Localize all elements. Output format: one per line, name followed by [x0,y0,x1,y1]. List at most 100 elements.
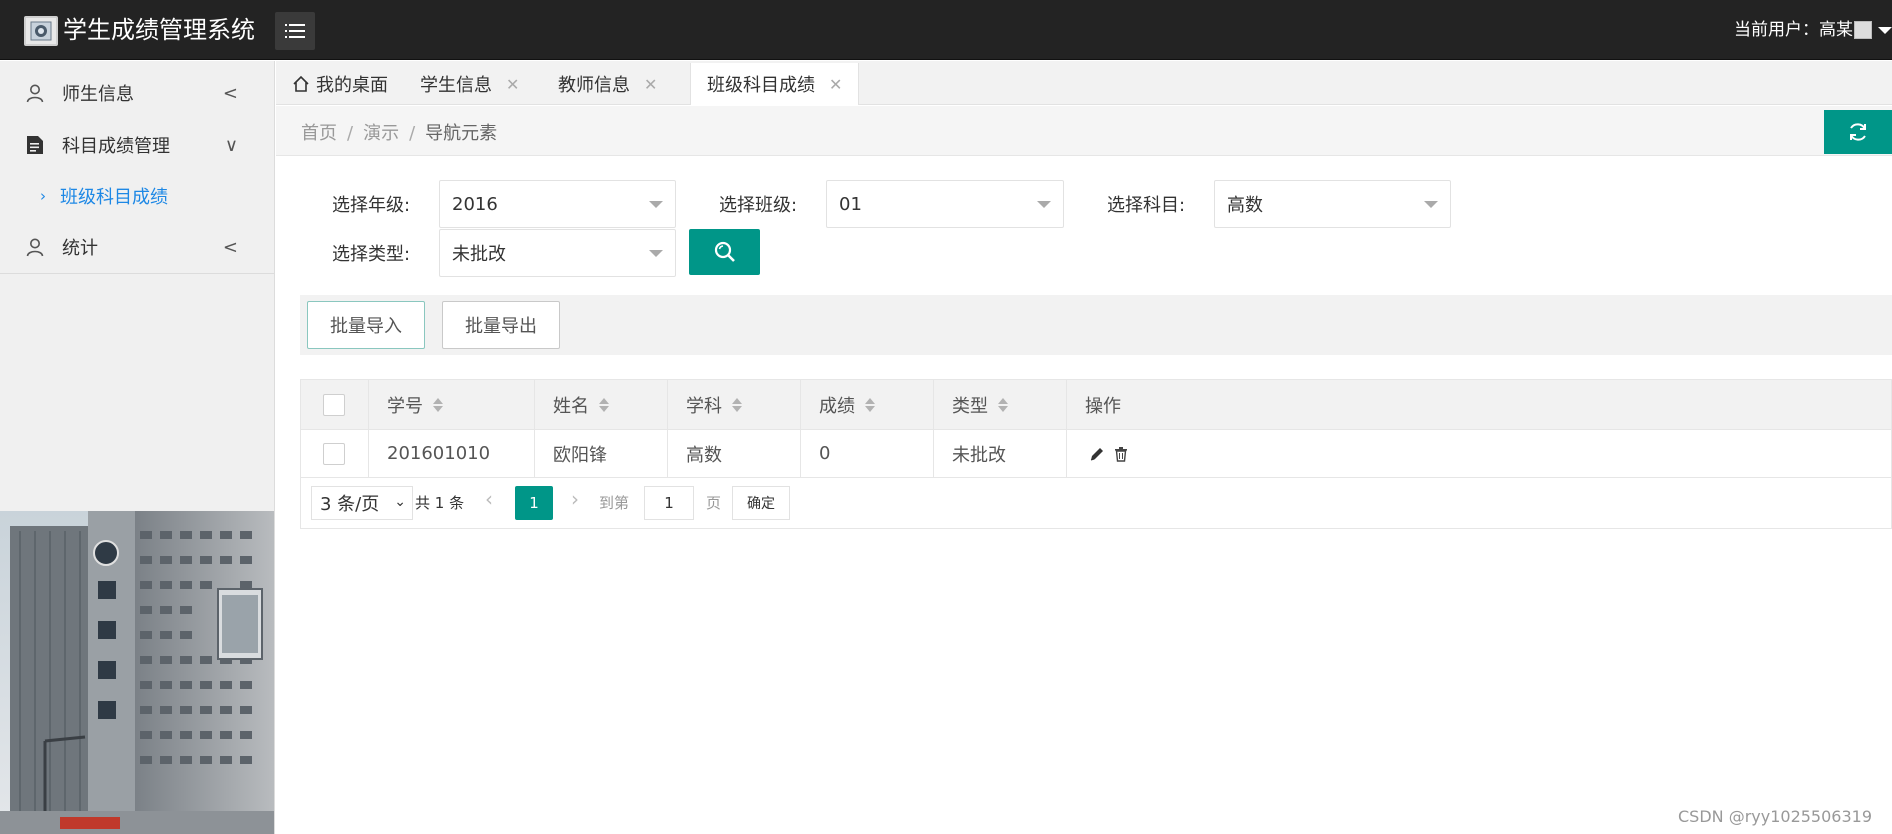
current-user-label: 当前用户：高某 [1734,20,1853,40]
close-icon[interactable]: ✕ [829,75,842,94]
sort-icon[interactable] [732,397,742,412]
batch-import-button[interactable]: 批量导入 [307,301,425,349]
sidebar-item-score-management[interactable]: 科目成绩管理 ∨ [0,119,274,171]
sidebar-item-label: 统计 [62,238,98,259]
caret-down-icon [1878,26,1892,34]
breadcrumb: 首页 / 演示 / 导航元素 [301,119,497,145]
sort-icon[interactable] [433,397,443,412]
tab-teacher-info[interactable]: 教师信息 ✕ [542,63,673,105]
table-toolbar: 批量导入 批量导出 [300,295,1892,355]
sort-icon[interactable] [998,397,1008,412]
breadcrumb-separator: / [347,123,354,144]
page-unit-label: 页 [706,494,722,512]
column-header-type[interactable]: 类型 [934,380,1067,429]
dropdown-arrow-icon [1424,201,1438,208]
search-button[interactable] [689,229,760,275]
chevron-right-icon: › [40,187,46,205]
sort-icon[interactable] [865,397,875,412]
sidebar-item-statistics[interactable]: 统计 < [0,221,274,273]
tab-student-info[interactable]: 学生信息 ✕ [404,63,535,105]
chevron-down-icon: ⌄ [394,494,406,510]
close-icon[interactable]: ✕ [644,75,657,94]
campus-building-photo [0,511,274,834]
grade-select-value: 2016 [452,193,498,215]
class-label: 选择班级: [719,195,798,216]
tab-label: 教师信息 [558,75,630,96]
row-checkbox-cell [301,430,369,477]
chevron-left-icon: < [222,237,238,258]
goto-page-input[interactable]: 1 [644,486,694,520]
cell-actions [1067,430,1891,477]
hamburger-menu-button[interactable] [275,12,315,50]
sidebar-subitem-class-subject-scores[interactable]: › 班级科目成绩 [0,171,274,221]
column-header-student-id[interactable]: 学号 [369,380,535,429]
row-checkbox[interactable] [323,442,345,465]
goto-confirm-button[interactable]: 确定 [732,486,790,520]
breadcrumb-demo[interactable]: 演示 [363,123,399,144]
edit-icon[interactable] [1089,446,1105,462]
sidebar-item-label: 师生信息 [62,84,134,105]
tab-bar: 我的桌面 学生信息 ✕ 教师信息 ✕ 班级科目成绩 ✕ [276,61,1892,105]
user-icon [24,82,46,104]
type-select-value: 未批改 [452,244,506,265]
sidebar-item-label: 科目成绩管理 [62,136,170,157]
sidebar-subitem-label: 班级科目成绩 [60,187,168,208]
chevron-down-icon: ∨ [224,135,238,156]
column-header-subject[interactable]: 学科 [668,380,801,429]
prev-page-button[interactable]: ‹ [485,487,493,511]
breadcrumb-bar: 首页 / 演示 / 导航元素 [276,106,1892,156]
divider [0,273,274,274]
sidebar: 师生信息 < 科目成绩管理 ∨ › 班级科目成绩 统计 < [0,61,275,834]
scores-table: 学号 姓名 学科 成绩 类型 操作 201601010 欧阳锋 高数 0 未批改… [300,379,1892,529]
select-all-checkbox[interactable] [323,393,345,416]
page-size-select[interactable]: 3 条/页 ⌄ [311,486,413,520]
dropdown-arrow-icon [649,250,663,257]
refresh-icon [1850,123,1866,141]
cell-subject: 高数 [668,430,801,477]
current-user-menu[interactable]: 当前用户：高某 [1734,19,1892,41]
class-select-value: 01 [839,193,862,215]
column-header-label: 成绩 [819,395,855,417]
column-header-label: 学科 [686,395,722,417]
tab-class-subject-scores[interactable]: 班级科目成绩 ✕ [690,63,860,105]
class-select[interactable]: 01 [826,180,1064,228]
dropdown-arrow-icon [649,201,663,208]
batch-export-button[interactable]: 批量导出 [442,301,560,349]
sidebar-item-teacher-student[interactable]: 师生信息 < [0,67,274,119]
next-page-button[interactable]: › [571,487,579,511]
pagination: 3 条/页 ⌄ 共 1 条 ‹ 1 › 到第 1 页 确定 [301,478,1891,528]
type-select[interactable]: 未批改 [439,229,676,277]
column-header-actions: 操作 [1067,380,1891,429]
column-header-label: 学号 [387,395,423,417]
sort-icon[interactable] [599,397,609,412]
column-header-score[interactable]: 成绩 [801,380,934,429]
document-icon [24,134,46,156]
breadcrumb-separator: / [409,123,416,144]
cell-score: 0 [801,430,934,477]
cell-type: 未批改 [934,430,1067,477]
subject-label: 选择科目: [1107,195,1186,216]
breadcrumb-current: 导航元素 [425,123,498,144]
grade-select[interactable]: 2016 [439,180,676,228]
header-checkbox-cell [301,380,369,429]
close-icon[interactable]: ✕ [506,75,519,94]
hamburger-icon [285,24,305,38]
watermark: CSDN @ryy1025506319 [1677,807,1872,826]
top-header: 学生成绩管理系统 当前用户：高某 [0,0,1892,60]
home-icon [293,75,309,92]
tab-label: 我的桌面 [316,75,388,96]
cell-name: 欧阳锋 [535,430,668,477]
page-size-value: 3 条/页 [320,494,380,515]
table-header: 学号 姓名 学科 成绩 类型 操作 [301,380,1891,430]
subject-select[interactable]: 高数 [1214,180,1451,228]
column-header-name[interactable]: 姓名 [535,380,668,429]
breadcrumb-home[interactable]: 首页 [301,123,337,144]
column-header-label: 姓名 [553,395,589,417]
current-page-button[interactable]: 1 [515,486,553,520]
user-icon [24,236,46,258]
tab-my-desktop[interactable]: 我的桌面 [276,63,404,105]
grade-label: 选择年级: [332,195,411,216]
refresh-button[interactable] [1824,110,1892,154]
tab-label: 学生信息 [420,75,492,96]
delete-icon[interactable] [1113,446,1129,462]
